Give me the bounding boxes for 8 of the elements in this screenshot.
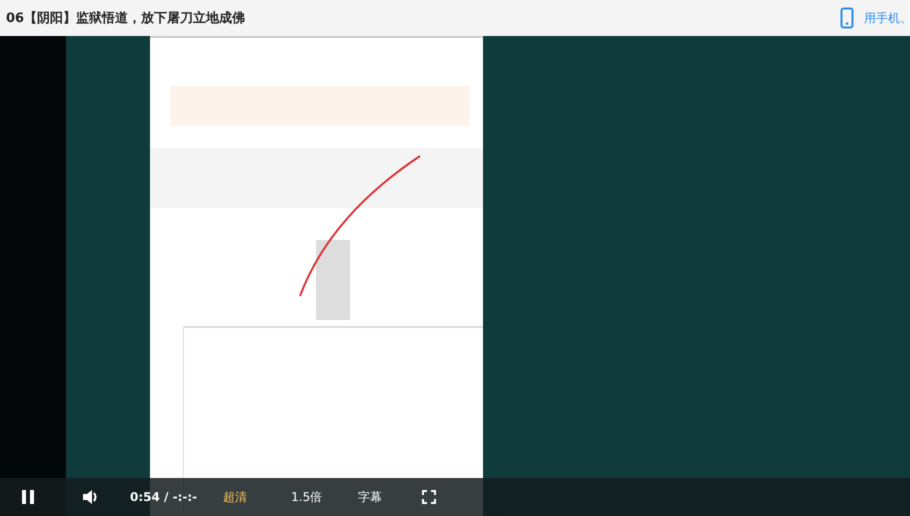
pause-button[interactable] <box>20 489 36 505</box>
fullscreen-icon[interactable] <box>422 490 436 504</box>
speed-button[interactable]: 1.5倍 <box>291 488 322 506</box>
subtitles-button[interactable]: 字幕 <box>358 488 382 506</box>
quality-button[interactable]: 超清 <box>223 488 248 506</box>
time-display: 0:54 / -:-:- <box>130 490 198 504</box>
video-title: 06【阴阳】监狱悟道，放下屠刀立地成佛 <box>6 10 246 27</box>
phone-icon[interactable] <box>840 7 854 29</box>
